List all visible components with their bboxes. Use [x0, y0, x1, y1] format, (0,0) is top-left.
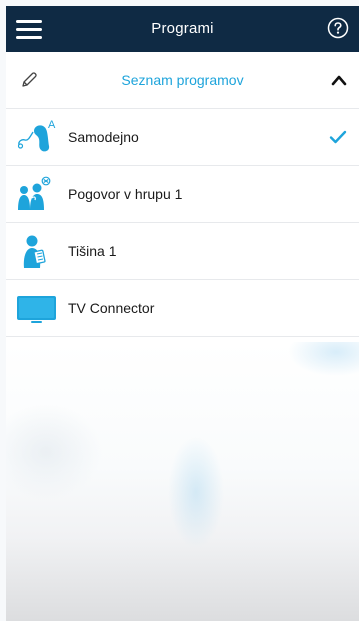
program-label: Pogovor v hrupu 1: [68, 186, 183, 202]
blurred-background: [6, 342, 359, 621]
program-item-samodejno[interactable]: A Samodejno: [6, 109, 359, 166]
automatic-hearing-aid-icon: A: [16, 119, 58, 155]
program-item-tv-connector[interactable]: TV Connector: [6, 280, 359, 337]
tv-icon: [16, 290, 58, 326]
program-item-pogovor-v-hrupu[interactable]: Pogovor v hrupu 1: [6, 166, 359, 223]
program-list-header: Seznam programov: [6, 52, 359, 109]
program-label: Samodejno: [68, 129, 139, 145]
question-circle-icon: [327, 17, 349, 39]
page-title: Programi: [151, 20, 214, 37]
chevron-up-icon: [331, 75, 347, 86]
program-label: TV Connector: [68, 300, 155, 316]
app-screen: Programi Seznam programov A Samodejno Po…: [6, 6, 359, 621]
speech-in-noise-icon: [16, 176, 58, 212]
program-list-title[interactable]: Seznam programov: [6, 52, 359, 108]
program-label: Tišina 1: [68, 243, 117, 259]
quiet-icon: [16, 233, 58, 269]
checkmark-icon: [329, 129, 347, 145]
top-bar: Programi: [6, 6, 359, 52]
program-list: A Samodejno Pogovor v hrupu 1 Tišina 1 T…: [6, 109, 359, 337]
program-item-tisina[interactable]: Tišina 1: [6, 223, 359, 280]
help-button[interactable]: [327, 17, 349, 39]
collapse-button[interactable]: [331, 73, 347, 87]
svg-text:A: A: [48, 119, 56, 131]
